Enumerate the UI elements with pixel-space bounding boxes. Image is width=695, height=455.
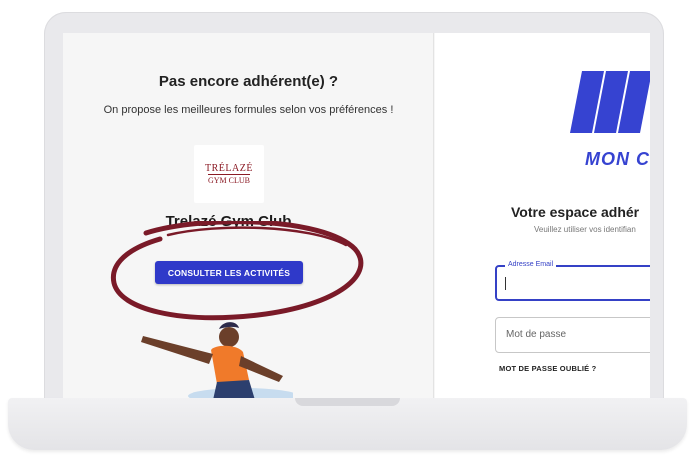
club-logo-line1: TRÉLAZÉ [205,163,253,174]
consult-activities-button[interactable]: CONSULTER LES ACTIVITÉS [155,261,303,284]
signup-title: Pas encore adhérent(e) ? [158,73,339,90]
person-illustration-icon [141,322,293,398]
password-field[interactable]: Mot de passe [495,317,650,353]
login-subtitle: Veuillez utiliser vos identifian [534,225,636,234]
brand-name: MON C [585,149,650,169]
laptop-screen: Pas encore adhérent(e) ? On propose les … [63,33,650,398]
password-placeholder: Mot de passe [506,329,567,340]
club-name: Trelazé Gym Club [165,213,292,230]
signup-subtitle: On propose les meilleures formules selon… [103,104,394,116]
email-field-label: Adresse Email [505,261,557,268]
login-title: Votre espace adhér [511,204,640,220]
club-logo-line2: GYM CLUB [207,174,250,185]
login-panel: MON C Votre espace adhér Veuillez utilis… [435,33,650,398]
signup-panel: Pas encore adhérent(e) ? On propose les … [63,33,434,398]
forgot-password-link[interactable]: MOT DE PASSE OUBLIÉ ? [499,364,596,373]
laptop-notch [295,398,400,406]
email-field[interactable]: Adresse Email [495,261,650,301]
text-caret [505,277,506,290]
club-logo: TRÉLAZÉ GYM CLUB [194,145,264,203]
brand-logo-icon [570,71,650,133]
